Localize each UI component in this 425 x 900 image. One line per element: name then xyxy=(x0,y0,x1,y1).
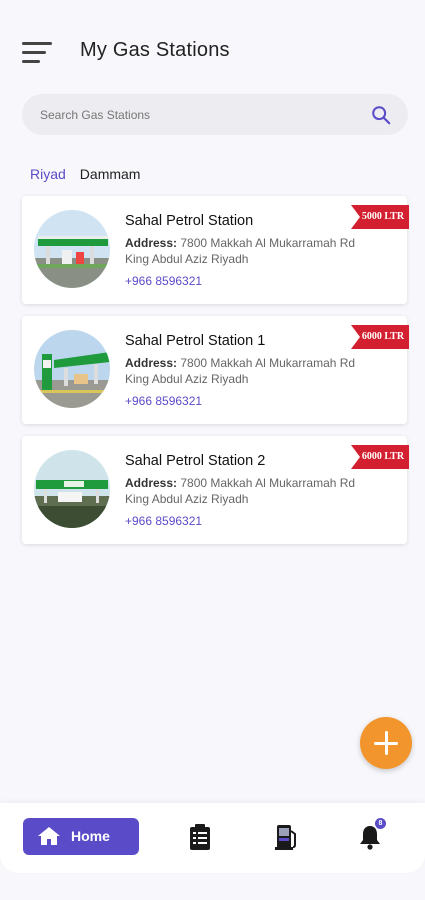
station-card[interactable]: Sahal Petrol Station Address: 7800 Makka… xyxy=(22,196,409,304)
station-card[interactable]: Sahal Petrol Station 2 Address: 7800 Mak… xyxy=(22,436,409,544)
station-name: Sahal Petrol Station 2 xyxy=(125,453,266,469)
city-tabs: Riyad Dammam xyxy=(30,166,140,182)
notifications-button[interactable]: 8 xyxy=(358,818,386,851)
capacity-badge: 6000 LTR xyxy=(351,325,409,349)
tab-riyad[interactable]: Riyad xyxy=(30,166,66,182)
app-header: My Gas Stations xyxy=(0,28,425,76)
nav-home-label: Home xyxy=(71,828,110,844)
station-phone[interactable]: +966 8596321 xyxy=(125,514,202,528)
capacity-badge: 6000 LTR xyxy=(351,445,409,469)
station-photo xyxy=(34,450,110,528)
station-address: Address: 7800 Makkah Al Mukarramah Rd Ki… xyxy=(125,475,365,507)
add-station-button[interactable] xyxy=(360,717,412,769)
search-input[interactable] xyxy=(40,94,360,135)
bottom-navigation: Home 8 xyxy=(0,803,425,873)
station-name: Sahal Petrol Station xyxy=(125,213,254,229)
tab-dammam[interactable]: Dammam xyxy=(80,166,141,182)
capacity-badge: 5000 LTR xyxy=(351,205,409,229)
station-phone[interactable]: +966 8596321 xyxy=(125,274,202,288)
app-screen: My Gas Stations Riyad Dammam xyxy=(0,0,425,900)
home-icon xyxy=(38,827,60,845)
station-photo xyxy=(34,330,110,408)
address-label: Address: xyxy=(125,236,178,250)
station-address: Address: 7800 Makkah Al Mukarramah Rd Ki… xyxy=(125,355,365,387)
clipboard-list-icon[interactable] xyxy=(188,823,212,851)
station-address: Address: 7800 Makkah Al Mukarramah Rd Ki… xyxy=(125,235,365,267)
address-label: Address: xyxy=(125,356,178,370)
hamburger-menu-icon[interactable] xyxy=(22,42,52,64)
page-title: My Gas Stations xyxy=(80,39,230,61)
station-name: Sahal Petrol Station 1 xyxy=(125,333,266,349)
nav-home-button[interactable]: Home xyxy=(23,818,139,855)
fuel-pump-icon[interactable] xyxy=(274,823,298,851)
search-bar xyxy=(22,94,408,135)
station-card[interactable]: Sahal Petrol Station 1 Address: 7800 Mak… xyxy=(22,316,409,424)
search-icon[interactable] xyxy=(370,104,392,126)
station-phone[interactable]: +966 8596321 xyxy=(125,394,202,408)
notification-count-badge: 8 xyxy=(375,818,386,829)
address-label: Address: xyxy=(125,476,178,490)
station-photo xyxy=(34,210,110,288)
